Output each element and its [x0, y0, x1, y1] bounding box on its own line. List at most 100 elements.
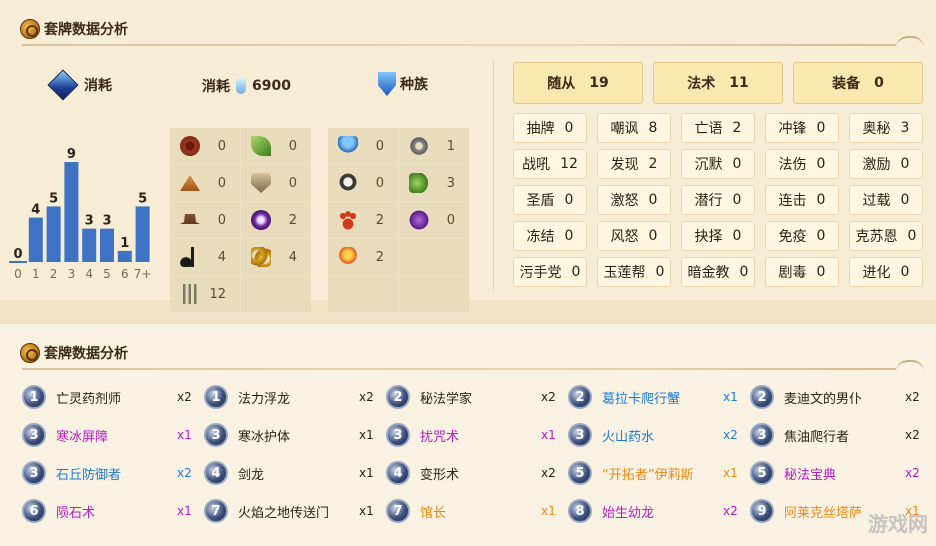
race-cell: [399, 239, 469, 275]
card-type-box[interactable]: 装备 0: [793, 62, 923, 104]
deck-card-row[interactable]: 3 扰咒术 x1: [386, 422, 564, 448]
mana-cost-icon: 2: [750, 385, 774, 409]
card-name: 寒冰屏障: [56, 429, 109, 445]
keyword-box[interactable]: 发现 2: [597, 149, 671, 179]
keyword-box[interactable]: 奥秘 3: [849, 113, 923, 143]
type-count: 0: [288, 175, 297, 191]
type-count: 4: [217, 249, 226, 265]
deck-card-row[interactable]: 5 秘法宝典 x2: [750, 460, 928, 486]
keyword-box[interactable]: 亡语 2: [681, 113, 755, 143]
race-count: 3: [446, 175, 455, 191]
site-watermark: 游戏网: [868, 511, 928, 536]
keyword-box[interactable]: 法伤 0: [765, 149, 839, 179]
keyword-box[interactable]: 嘲讽 8: [597, 113, 671, 143]
keyword-box[interactable]: 抽牌 0: [513, 113, 587, 143]
keyword-box[interactable]: 激怒 0: [597, 185, 671, 215]
card-name: 馆长: [420, 505, 447, 521]
keyword-box[interactable]: 抉择 0: [681, 221, 755, 251]
keyword-count: 0: [571, 264, 581, 280]
keyword-count: 0: [564, 192, 574, 208]
mana-cost-icon: 7: [204, 499, 228, 523]
deck-card-row[interactable]: 4 剑龙 x1: [204, 460, 382, 486]
deck-card-row[interactable]: 1 亡灵药剂师 x2: [22, 384, 200, 410]
keyword-count: 2: [648, 156, 658, 172]
keyword-label: 风怒: [610, 229, 639, 245]
card-name: “开拓者”伊莉斯: [602, 467, 694, 483]
keyword-box[interactable]: 连击 0: [765, 185, 839, 215]
keyword-box[interactable]: 激励 0: [849, 149, 923, 179]
deck-card-row[interactable]: 2 葛拉卡爬行蟹 x1: [568, 384, 746, 410]
deck-card-row[interactable]: 3 石丘防御者 x2: [22, 460, 200, 486]
type-cell: 12: [170, 276, 240, 312]
keyword-label: 亡语: [694, 121, 723, 137]
section-header-cards: 套牌数据分析: [0, 336, 936, 370]
keyword-count: 0: [816, 192, 826, 208]
chain-icon: [251, 247, 271, 267]
deck-card-row[interactable]: 2 麦迪文的男仆 x2: [750, 384, 928, 410]
card-quantity: x2: [541, 390, 556, 404]
keyword-box[interactable]: 剧毒 0: [765, 257, 839, 287]
type-cell: 0: [241, 128, 311, 164]
dust-value: 6900: [252, 78, 291, 94]
keyword-box[interactable]: 潜行 0: [681, 185, 755, 215]
deck-card-row[interactable]: 4 变形术 x2: [386, 460, 564, 486]
gear-icon: [409, 136, 429, 156]
keyword-box[interactable]: 污手党 0: [513, 257, 587, 287]
keyword-label: 发现: [610, 157, 639, 173]
arcane-dust-icon: [236, 78, 246, 94]
keyword-box[interactable]: 过载 0: [849, 185, 923, 215]
keyword-box[interactable]: 沉默 0: [681, 149, 755, 179]
keyword-box[interactable]: 玉莲帮 0: [597, 257, 671, 287]
mana-cost-icon: 2: [568, 385, 592, 409]
keyword-box[interactable]: 冲锋 0: [765, 113, 839, 143]
keyword-box[interactable]: 风怒 0: [597, 221, 671, 251]
keyword-box[interactable]: 战吼 12: [513, 149, 587, 179]
keyword-label: 沉默: [694, 157, 723, 173]
keyword-box[interactable]: 暗金教 0: [681, 257, 755, 287]
deck-card-row[interactable]: 3 寒冰护体 x1: [204, 422, 382, 448]
keyword-label: 激励: [862, 157, 891, 173]
mana-cost-icon: 2: [386, 385, 410, 409]
header-rule: [22, 44, 896, 46]
keyword-label: 玉莲帮: [603, 265, 646, 281]
keyword-count: 0: [816, 264, 826, 280]
deck-card-row[interactable]: 6 陨石术 x1: [22, 498, 200, 524]
type-cell: 0: [170, 165, 240, 201]
keyword-box[interactable]: 进化 0: [849, 257, 923, 287]
murloc-icon: [338, 136, 358, 156]
deck-card-row[interactable]: 3 火山药水 x2: [568, 422, 746, 448]
keyword-box[interactable]: 免疫 0: [765, 221, 839, 251]
card-quantity: x2: [541, 466, 556, 480]
deck-card-row[interactable]: 5 “开拓者”伊莉斯 x1: [568, 460, 746, 486]
header-rule: [22, 368, 896, 370]
race-cell: 0: [399, 202, 469, 238]
claw-icon: [180, 284, 200, 304]
keyword-box[interactable]: 圣盾 0: [513, 185, 587, 215]
deck-card-row[interactable]: 3 焦油爬行者 x2: [750, 422, 928, 448]
keyword-box[interactable]: 克苏恩 0: [849, 221, 923, 251]
tick-label: 0: [14, 267, 22, 281]
cost-label: 消耗: [84, 78, 112, 94]
type-cell: 4: [170, 239, 240, 275]
card-name: 葛拉卡爬行蟹: [602, 391, 681, 407]
type-cell: 0: [170, 128, 240, 164]
card-type-box[interactable]: 随从 19: [513, 62, 643, 104]
deck-card-row[interactable]: 3 寒冰屏障 x1: [22, 422, 200, 448]
tick-label: 1: [32, 267, 40, 281]
race-count: 0: [375, 175, 384, 191]
mage-class-icon: [378, 72, 396, 96]
keyword-label: 激怒: [610, 193, 639, 209]
keyword-label: 进化: [862, 265, 891, 281]
deck-card-row[interactable]: 7 馆长 x1: [386, 498, 564, 524]
deck-card-row[interactable]: 7 火焰之地传送门 x1: [204, 498, 382, 524]
keyword-box[interactable]: 冻结 0: [513, 221, 587, 251]
keyword-count: 0: [564, 228, 574, 244]
deck-card-row[interactable]: 1 法力浮龙 x2: [204, 384, 382, 410]
card-type-box[interactable]: 法术 11: [653, 62, 783, 104]
deck-card-row[interactable]: 8 始生幼龙 x2: [568, 498, 746, 524]
keyword-count: 0: [900, 192, 910, 208]
deck-card-row[interactable]: 2 秘法学家 x2: [386, 384, 564, 410]
type-count: 0: [217, 175, 226, 191]
mana-cost-icon: 5: [750, 461, 774, 485]
keyword-count: 0: [816, 228, 826, 244]
